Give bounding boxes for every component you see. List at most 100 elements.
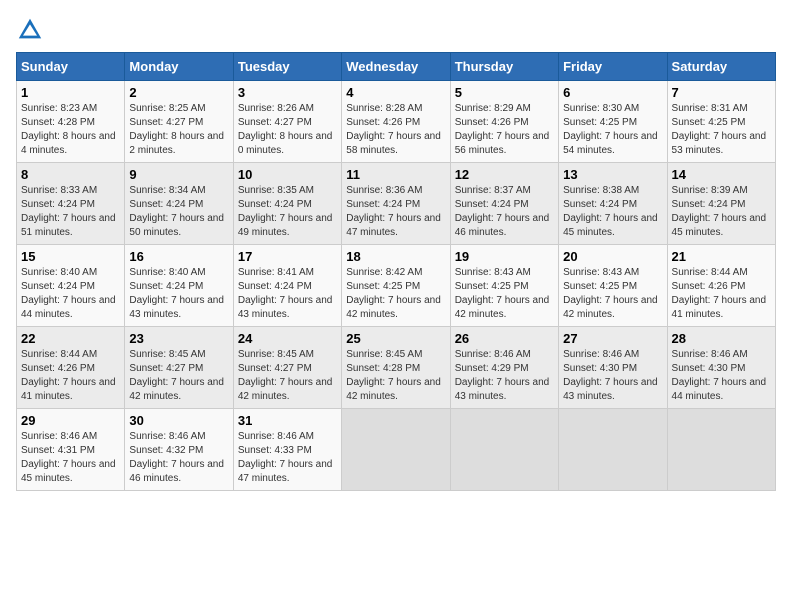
calendar-cell: 20 Sunrise: 8:43 AMSunset: 4:25 PMDaylig… bbox=[559, 245, 667, 327]
day-number: 23 bbox=[129, 331, 228, 346]
day-number: 11 bbox=[346, 167, 445, 182]
day-info: Sunrise: 8:46 AMSunset: 4:29 PMDaylight:… bbox=[455, 349, 550, 402]
calendar-cell bbox=[342, 409, 450, 491]
day-info: Sunrise: 8:43 AMSunset: 4:25 PMDaylight:… bbox=[563, 267, 658, 320]
day-info: Sunrise: 8:33 AMSunset: 4:24 PMDaylight:… bbox=[21, 185, 116, 238]
header-wednesday: Wednesday bbox=[342, 53, 450, 81]
day-number: 1 bbox=[21, 85, 120, 100]
calendar-cell: 2 Sunrise: 8:25 AMSunset: 4:27 PMDayligh… bbox=[125, 81, 233, 163]
day-info: Sunrise: 8:28 AMSunset: 4:26 PMDaylight:… bbox=[346, 103, 441, 156]
calendar-cell: 16 Sunrise: 8:40 AMSunset: 4:24 PMDaylig… bbox=[125, 245, 233, 327]
calendar-cell: 6 Sunrise: 8:30 AMSunset: 4:25 PMDayligh… bbox=[559, 81, 667, 163]
header-saturday: Saturday bbox=[667, 53, 775, 81]
day-number: 31 bbox=[238, 413, 337, 428]
day-number: 2 bbox=[129, 85, 228, 100]
calendar-cell: 23 Sunrise: 8:45 AMSunset: 4:27 PMDaylig… bbox=[125, 327, 233, 409]
calendar-cell: 18 Sunrise: 8:42 AMSunset: 4:25 PMDaylig… bbox=[342, 245, 450, 327]
day-info: Sunrise: 8:35 AMSunset: 4:24 PMDaylight:… bbox=[238, 185, 333, 238]
day-number: 12 bbox=[455, 167, 554, 182]
calendar-cell: 10 Sunrise: 8:35 AMSunset: 4:24 PMDaylig… bbox=[233, 163, 341, 245]
day-number: 5 bbox=[455, 85, 554, 100]
calendar-cell: 1 Sunrise: 8:23 AMSunset: 4:28 PMDayligh… bbox=[17, 81, 125, 163]
day-info: Sunrise: 8:39 AMSunset: 4:24 PMDaylight:… bbox=[672, 185, 767, 238]
header-friday: Friday bbox=[559, 53, 667, 81]
day-number: 18 bbox=[346, 249, 445, 264]
calendar-cell bbox=[667, 409, 775, 491]
day-number: 6 bbox=[563, 85, 662, 100]
calendar-cell bbox=[559, 409, 667, 491]
calendar-cell: 7 Sunrise: 8:31 AMSunset: 4:25 PMDayligh… bbox=[667, 81, 775, 163]
week-row-3: 15 Sunrise: 8:40 AMSunset: 4:24 PMDaylig… bbox=[17, 245, 776, 327]
header-thursday: Thursday bbox=[450, 53, 558, 81]
header-sunday: Sunday bbox=[17, 53, 125, 81]
calendar-table: SundayMondayTuesdayWednesdayThursdayFrid… bbox=[16, 52, 776, 491]
day-number: 29 bbox=[21, 413, 120, 428]
day-info: Sunrise: 8:46 AMSunset: 4:30 PMDaylight:… bbox=[563, 349, 658, 402]
header-tuesday: Tuesday bbox=[233, 53, 341, 81]
day-number: 28 bbox=[672, 331, 771, 346]
calendar-cell: 22 Sunrise: 8:44 AMSunset: 4:26 PMDaylig… bbox=[17, 327, 125, 409]
day-number: 20 bbox=[563, 249, 662, 264]
calendar-cell: 27 Sunrise: 8:46 AMSunset: 4:30 PMDaylig… bbox=[559, 327, 667, 409]
day-number: 3 bbox=[238, 85, 337, 100]
day-number: 15 bbox=[21, 249, 120, 264]
day-number: 4 bbox=[346, 85, 445, 100]
day-number: 9 bbox=[129, 167, 228, 182]
day-number: 8 bbox=[21, 167, 120, 182]
calendar-cell: 11 Sunrise: 8:36 AMSunset: 4:24 PMDaylig… bbox=[342, 163, 450, 245]
calendar-cell: 9 Sunrise: 8:34 AMSunset: 4:24 PMDayligh… bbox=[125, 163, 233, 245]
day-number: 16 bbox=[129, 249, 228, 264]
day-info: Sunrise: 8:44 AMSunset: 4:26 PMDaylight:… bbox=[672, 267, 767, 320]
calendar-cell: 21 Sunrise: 8:44 AMSunset: 4:26 PMDaylig… bbox=[667, 245, 775, 327]
day-info: Sunrise: 8:38 AMSunset: 4:24 PMDaylight:… bbox=[563, 185, 658, 238]
day-info: Sunrise: 8:42 AMSunset: 4:25 PMDaylight:… bbox=[346, 267, 441, 320]
day-info: Sunrise: 8:34 AMSunset: 4:24 PMDaylight:… bbox=[129, 185, 224, 238]
calendar-cell: 24 Sunrise: 8:45 AMSunset: 4:27 PMDaylig… bbox=[233, 327, 341, 409]
calendar-cell: 13 Sunrise: 8:38 AMSunset: 4:24 PMDaylig… bbox=[559, 163, 667, 245]
day-number: 7 bbox=[672, 85, 771, 100]
day-info: Sunrise: 8:29 AMSunset: 4:26 PMDaylight:… bbox=[455, 103, 550, 156]
day-number: 13 bbox=[563, 167, 662, 182]
day-number: 26 bbox=[455, 331, 554, 346]
day-info: Sunrise: 8:44 AMSunset: 4:26 PMDaylight:… bbox=[21, 349, 116, 402]
day-info: Sunrise: 8:36 AMSunset: 4:24 PMDaylight:… bbox=[346, 185, 441, 238]
week-row-2: 8 Sunrise: 8:33 AMSunset: 4:24 PMDayligh… bbox=[17, 163, 776, 245]
day-number: 10 bbox=[238, 167, 337, 182]
calendar-cell: 31 Sunrise: 8:46 AMSunset: 4:33 PMDaylig… bbox=[233, 409, 341, 491]
day-number: 27 bbox=[563, 331, 662, 346]
day-info: Sunrise: 8:40 AMSunset: 4:24 PMDaylight:… bbox=[21, 267, 116, 320]
day-number: 17 bbox=[238, 249, 337, 264]
calendar-cell: 17 Sunrise: 8:41 AMSunset: 4:24 PMDaylig… bbox=[233, 245, 341, 327]
day-info: Sunrise: 8:31 AMSunset: 4:25 PMDaylight:… bbox=[672, 103, 767, 156]
week-row-4: 22 Sunrise: 8:44 AMSunset: 4:26 PMDaylig… bbox=[17, 327, 776, 409]
day-info: Sunrise: 8:46 AMSunset: 4:30 PMDaylight:… bbox=[672, 349, 767, 402]
calendar-cell: 25 Sunrise: 8:45 AMSunset: 4:28 PMDaylig… bbox=[342, 327, 450, 409]
day-info: Sunrise: 8:41 AMSunset: 4:24 PMDaylight:… bbox=[238, 267, 333, 320]
day-info: Sunrise: 8:40 AMSunset: 4:24 PMDaylight:… bbox=[129, 267, 224, 320]
day-info: Sunrise: 8:26 AMSunset: 4:27 PMDaylight:… bbox=[238, 103, 333, 156]
day-info: Sunrise: 8:45 AMSunset: 4:28 PMDaylight:… bbox=[346, 349, 441, 402]
day-number: 30 bbox=[129, 413, 228, 428]
day-info: Sunrise: 8:37 AMSunset: 4:24 PMDaylight:… bbox=[455, 185, 550, 238]
calendar-cell: 19 Sunrise: 8:43 AMSunset: 4:25 PMDaylig… bbox=[450, 245, 558, 327]
calendar-cell: 15 Sunrise: 8:40 AMSunset: 4:24 PMDaylig… bbox=[17, 245, 125, 327]
calendar-cell bbox=[450, 409, 558, 491]
day-info: Sunrise: 8:46 AMSunset: 4:32 PMDaylight:… bbox=[129, 431, 224, 484]
day-number: 14 bbox=[672, 167, 771, 182]
calendar-cell: 26 Sunrise: 8:46 AMSunset: 4:29 PMDaylig… bbox=[450, 327, 558, 409]
calendar-cell: 14 Sunrise: 8:39 AMSunset: 4:24 PMDaylig… bbox=[667, 163, 775, 245]
calendar-cell: 29 Sunrise: 8:46 AMSunset: 4:31 PMDaylig… bbox=[17, 409, 125, 491]
calendar-cell: 4 Sunrise: 8:28 AMSunset: 4:26 PMDayligh… bbox=[342, 81, 450, 163]
calendar-cell: 30 Sunrise: 8:46 AMSunset: 4:32 PMDaylig… bbox=[125, 409, 233, 491]
calendar-cell: 28 Sunrise: 8:46 AMSunset: 4:30 PMDaylig… bbox=[667, 327, 775, 409]
header-row: SundayMondayTuesdayWednesdayThursdayFrid… bbox=[17, 53, 776, 81]
day-number: 21 bbox=[672, 249, 771, 264]
week-row-1: 1 Sunrise: 8:23 AMSunset: 4:28 PMDayligh… bbox=[17, 81, 776, 163]
calendar-cell: 5 Sunrise: 8:29 AMSunset: 4:26 PMDayligh… bbox=[450, 81, 558, 163]
day-info: Sunrise: 8:23 AMSunset: 4:28 PMDaylight:… bbox=[21, 103, 116, 156]
calendar-cell: 12 Sunrise: 8:37 AMSunset: 4:24 PMDaylig… bbox=[450, 163, 558, 245]
calendar-cell: 8 Sunrise: 8:33 AMSunset: 4:24 PMDayligh… bbox=[17, 163, 125, 245]
calendar-cell: 3 Sunrise: 8:26 AMSunset: 4:27 PMDayligh… bbox=[233, 81, 341, 163]
logo bbox=[16, 16, 48, 44]
day-number: 24 bbox=[238, 331, 337, 346]
